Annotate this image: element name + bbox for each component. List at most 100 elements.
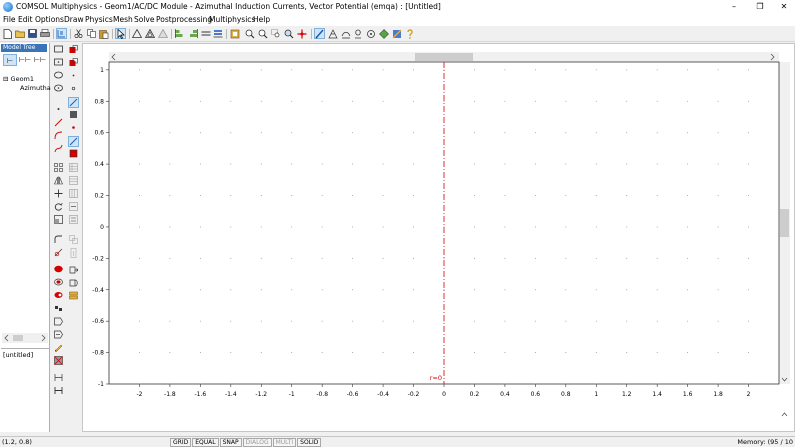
menu-file[interactable]: File (3, 15, 16, 24)
solid-red-rectangle-tool-icon[interactable] (68, 149, 79, 160)
print-icon[interactable] (39, 28, 50, 39)
line-segment-tool-icon[interactable] (68, 97, 79, 108)
new-file-icon[interactable] (2, 28, 13, 39)
help-icon[interactable] (404, 28, 415, 39)
revolve-icon[interactable] (68, 278, 79, 289)
select-adjacent-icon[interactable] (68, 215, 79, 226)
menu-help[interactable]: Help (253, 15, 270, 24)
curve-tool-icon[interactable] (53, 144, 64, 155)
zoom-in-icon[interactable] (244, 28, 255, 39)
tree-view-button-1[interactable]: ⊢ (3, 54, 17, 66)
menu-multiphysics[interactable]: Multiphysics (209, 15, 255, 24)
small-point-tool-icon[interactable] (68, 71, 79, 82)
distance-tool-icon[interactable] (53, 386, 64, 397)
mesh-mode-icon[interactable] (327, 28, 338, 39)
zoom-selected-icon[interactable] (283, 28, 294, 39)
edit-table-2-icon[interactable] (68, 176, 79, 187)
grid-toggle[interactable]: GRID (170, 438, 192, 447)
coerce-tool-icon[interactable] (53, 330, 64, 341)
embed-icon[interactable] (68, 291, 79, 302)
solve-icon[interactable] (378, 28, 389, 39)
cut-icon[interactable] (73, 28, 84, 39)
restore-button[interactable]: ❐ (748, 1, 772, 13)
zoom-window-icon[interactable] (270, 28, 281, 39)
tangent-tool-icon[interactable] (53, 248, 64, 259)
difference-tool-icon[interactable] (53, 291, 64, 302)
distribute-icon[interactable] (212, 28, 223, 39)
square-red-center-tool-icon[interactable] (68, 58, 79, 69)
menu-draw[interactable]: Draw (64, 15, 84, 24)
snap-toggle[interactable]: SNAP (219, 438, 242, 447)
axes-plot[interactable]: -2 -1.8 -1.6 -1.4 -1.2 -1 -0.8 -0.6 -0.4 -0.2 0 0.2… (83, 44, 794, 431)
draw-mode-icon[interactable] (314, 28, 325, 39)
scale-tool-icon[interactable] (53, 215, 64, 226)
point-mode-icon[interactable] (365, 28, 376, 39)
tree-horizontal-scrollbar[interactable] (2, 333, 48, 343)
tree-item-physics-mode[interactable]: Azimutha (20, 84, 51, 92)
point-tool-icon[interactable] (53, 105, 64, 116)
canvas-top-scrollbar-thumb[interactable] (415, 53, 473, 61)
close-button[interactable]: ✕ (772, 1, 795, 13)
minimize-button[interactable]: – (722, 1, 746, 13)
tree-view-button-3[interactable]: ⊢⊢ (33, 54, 47, 66)
select-pointer-icon[interactable] (115, 28, 126, 39)
move-tool-icon[interactable] (53, 189, 64, 200)
ellipse-tool-icon[interactable] (53, 71, 64, 82)
expand-toggle-icon[interactable]: ⊟ (3, 75, 8, 83)
ellipse-center-tool-icon[interactable] (53, 84, 64, 95)
pan-icon[interactable] (296, 28, 307, 39)
edit-table-icon[interactable] (68, 163, 79, 174)
intersection-tool-icon[interactable] (53, 278, 64, 289)
extrude-icon[interactable] (68, 265, 79, 276)
edit-table-3-icon[interactable] (68, 189, 79, 200)
menu-solve[interactable]: Solve (134, 15, 155, 24)
red-point-tool-icon[interactable] (68, 123, 79, 134)
delete-interior-tool-icon[interactable] (53, 343, 64, 354)
menu-physics[interactable]: Physics (85, 15, 113, 24)
postprocessing-icon[interactable] (391, 28, 402, 39)
mirror-tool-icon[interactable] (53, 176, 64, 187)
select-all-icon[interactable] (68, 202, 79, 213)
menu-options[interactable]: Options (35, 15, 64, 24)
align-vertex-tool-icon[interactable] (53, 373, 64, 384)
align-right-icon[interactable] (187, 28, 198, 39)
align-left-icon[interactable] (174, 28, 185, 39)
triangle-icon[interactable] (131, 28, 142, 39)
dialog-toggle[interactable]: DIALOG (242, 438, 272, 447)
copy-shape-icon[interactable] (68, 235, 79, 246)
rectangle-center-tool-icon[interactable] (53, 58, 64, 69)
scroll-up-arrow-icon[interactable] (781, 412, 788, 417)
copy-icon[interactable] (86, 28, 97, 39)
solid-toggle[interactable]: SOLID (297, 438, 322, 447)
geometry-canvas[interactable]: -2 -1.8 -1.6 -1.4 -1.2 -1 -0.8 -0.6 -0.4 -0.2 0 0.2… (82, 43, 795, 432)
small-circle-tool-icon[interactable] (68, 84, 79, 95)
model-navigator-icon[interactable] (56, 28, 67, 39)
zoom-extents-icon[interactable] (229, 28, 240, 39)
canvas-right-scrollbar-thumb[interactable] (780, 209, 789, 237)
tree-item-geom1[interactable]: ⊟ Geom1 (3, 75, 34, 83)
menu-postprocessing[interactable]: Postprocessing (156, 15, 212, 24)
open-folder-icon[interactable] (14, 28, 25, 39)
rotate-tool-icon[interactable] (53, 202, 64, 213)
arc-tool-icon[interactable] (53, 131, 64, 142)
fillet-tool-icon[interactable] (53, 235, 64, 246)
zoom-out-icon[interactable] (257, 28, 268, 39)
square-red-tool-icon[interactable] (68, 45, 79, 56)
paste-shape-icon[interactable] (68, 248, 79, 259)
create-composite-tool-icon[interactable] (53, 304, 64, 315)
multi-toggle[interactable]: MULTI (272, 438, 297, 447)
menu-edit[interactable]: Edit (18, 15, 33, 24)
array-tool-icon[interactable] (53, 163, 64, 174)
tree-view-button-2[interactable]: ⊢⊢ (18, 54, 32, 66)
geometry-model-tool-icon[interactable] (53, 356, 64, 367)
line-tool-icon[interactable] (53, 118, 64, 129)
split-object-tool-icon[interactable] (53, 317, 64, 328)
triangle-subdomain-icon[interactable] (144, 28, 155, 39)
paste-icon[interactable] (98, 28, 109, 39)
rectangle-tool-icon[interactable] (53, 45, 64, 56)
menu-mesh[interactable]: Mesh (113, 15, 133, 24)
align-center-icon[interactable] (200, 28, 211, 39)
solid-rectangle-tool-icon[interactable] (68, 110, 79, 121)
union-tool-icon[interactable] (53, 265, 64, 276)
triangle-boundary-icon[interactable] (157, 28, 168, 39)
